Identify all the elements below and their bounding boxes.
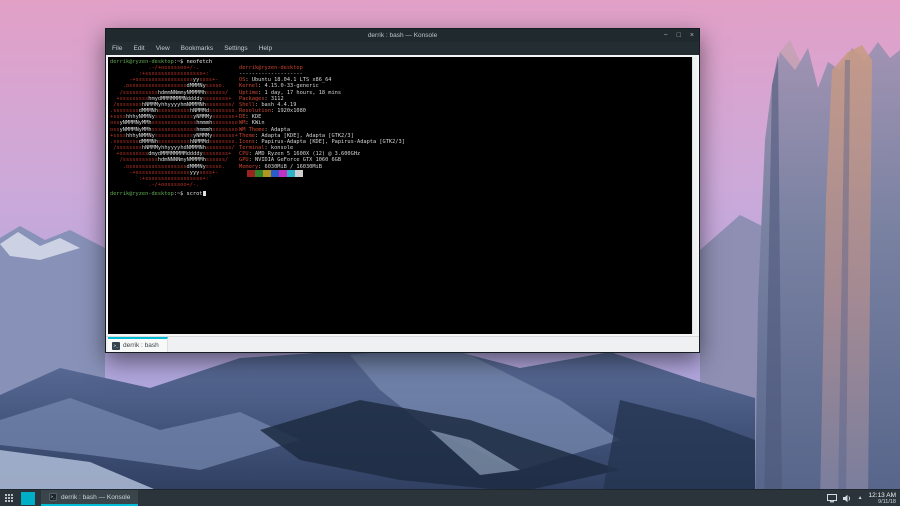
palette-color-6 bbox=[287, 170, 295, 177]
tab-bar: >_ derrik : bash bbox=[106, 336, 699, 352]
menu-item-settings[interactable]: Settings bbox=[224, 45, 248, 52]
volume-tray-icon[interactable] bbox=[843, 494, 852, 503]
palette-color-2 bbox=[255, 170, 263, 177]
palette-color-7 bbox=[295, 170, 303, 177]
palette-color-4 bbox=[271, 170, 279, 177]
tray-expand-icon[interactable]: ▲ bbox=[858, 495, 863, 501]
maximize-icon[interactable]: □ bbox=[677, 32, 681, 39]
command-scrot: scrot bbox=[187, 191, 203, 197]
display-tray-icon[interactable] bbox=[827, 494, 837, 503]
system-tray: ▲ 12:13 AM 9/11/18 bbox=[827, 490, 900, 506]
menu-item-file[interactable]: File bbox=[112, 45, 122, 52]
menu-item-bookmarks[interactable]: Bookmarks bbox=[181, 45, 214, 52]
digital-clock[interactable]: 12:13 AM 9/11/18 bbox=[869, 492, 896, 505]
clock-date: 9/11/18 bbox=[878, 499, 896, 505]
neofetch-info: derrik@ryzen-desktop -------------------… bbox=[239, 65, 405, 170]
palette-color-1 bbox=[247, 170, 255, 177]
clock-time: 12:13 AM bbox=[869, 492, 896, 499]
desktop: derrik : bash — Konsole − □ × File Edit Vi… bbox=[0, 0, 900, 506]
taskbar-panel: >_ derrik : bash — Konsole ▲ 12:13 AM 9/… bbox=[0, 489, 900, 506]
terminal-cursor bbox=[203, 191, 206, 196]
konsole-window: derrik : bash — Konsole − □ × File Edit Vi… bbox=[105, 28, 700, 353]
konsole-task-icon: >_ bbox=[49, 493, 57, 501]
prompt-line-2: derrik@ryzen-desktop:~$ scrot bbox=[110, 191, 206, 197]
app-launcher-button[interactable] bbox=[0, 490, 17, 506]
close-icon[interactable]: × bbox=[690, 32, 694, 39]
task-label: derrik : bash — Konsole bbox=[61, 494, 130, 501]
menu-item-view[interactable]: View bbox=[156, 45, 170, 52]
window-controls: − □ × bbox=[664, 29, 694, 42]
virtual-desktop-pager[interactable] bbox=[21, 492, 35, 505]
terminal-tab-icon: >_ bbox=[112, 342, 120, 350]
tab-label: derrik : bash bbox=[123, 342, 159, 349]
prompt-user: derrik@ryzen-desktop bbox=[110, 191, 174, 197]
palette-color-5 bbox=[279, 170, 287, 177]
terminal-frame: derrik@ryzen-desktop:~$ neofetch .-/+oos… bbox=[106, 55, 699, 336]
palette-color-0 bbox=[239, 170, 247, 177]
minimize-icon[interactable]: − bbox=[664, 32, 668, 39]
menu-item-help[interactable]: Help bbox=[259, 45, 272, 52]
app-launcher-icon bbox=[5, 494, 13, 502]
palette-color-3 bbox=[263, 170, 271, 177]
tab-derrik-bash[interactable]: >_ derrik : bash bbox=[108, 337, 168, 352]
taskbar-konsole-task[interactable]: >_ derrik : bash — Konsole bbox=[41, 490, 138, 506]
prompt-suffix: :~$ bbox=[174, 191, 187, 197]
window-titlebar[interactable]: derrik : bash — Konsole − □ × bbox=[106, 29, 699, 42]
terminal-view[interactable]: derrik@ryzen-desktop:~$ neofetch .-/+oos… bbox=[108, 57, 692, 334]
menu-item-edit[interactable]: Edit bbox=[133, 45, 144, 52]
neofetch-color-palette bbox=[239, 170, 303, 177]
window-title: derrik : bash — Konsole bbox=[106, 32, 699, 39]
neofetch-ascii-logo: .-/+oossssoo+/-. `:+ssssssssssssssssss+:… bbox=[110, 65, 238, 188]
terminal-scrollbar[interactable] bbox=[692, 57, 697, 334]
menu-bar: File Edit View Bookmarks Settings Help bbox=[106, 42, 699, 55]
